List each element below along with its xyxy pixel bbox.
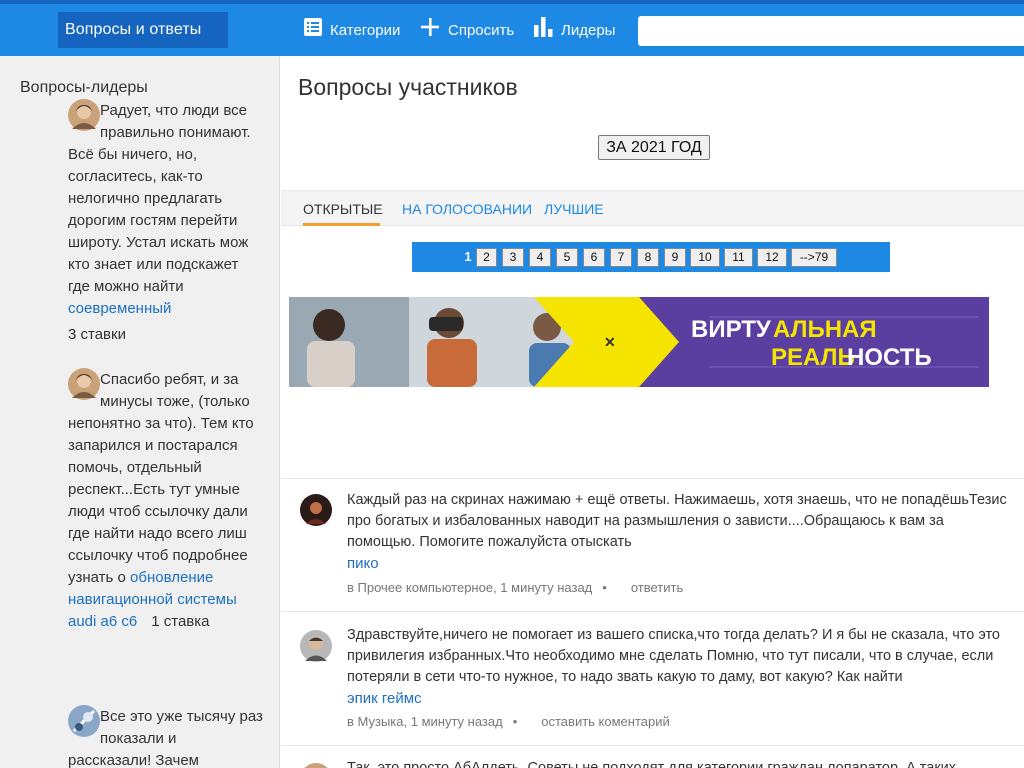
sidebar-title: Вопросы-лидеры [20,79,148,96]
brand-logo[interactable]: Вопросы и ответы [58,12,228,48]
leader-question[interactable]: Радует, что люди все правильно понимают.… [68,99,263,346]
avatar[interactable] [300,630,332,662]
search-input[interactable] [638,16,1024,46]
separator-dot: • [602,580,607,595]
separator-dot: • [512,714,518,729]
question-text: Здравствуйте,ничего не помогает из вашег… [347,627,1000,685]
tab-open[interactable]: ОТКРЫТЫЕ [303,201,383,217]
answer-link[interactable]: ответить [631,580,683,595]
nav-ask[interactable]: Спросить [420,17,515,45]
question-link[interactable]: эпик геймс [347,688,1012,710]
nav-leaders-label: Лидеры [561,22,616,39]
question-item[interactable]: Здравствуйте,ничего не помогает из вашег… [281,611,1024,745]
avatar[interactable] [300,494,332,526]
page-link[interactable]: 2 [476,248,497,267]
svg-text:✕: ✕ [604,334,616,350]
avatar[interactable] [68,99,100,131]
top-strip [0,0,1024,4]
question-category[interactable]: в Музыка, 1 минуту назад [347,714,503,729]
tab-voting[interactable]: НА ГОЛОСОВАНИИ [402,201,532,217]
page-link[interactable]: 5 [556,248,578,267]
tab-best[interactable]: ЛУЧШИЕ [544,201,604,217]
page-link-last[interactable]: -->79 [791,248,837,267]
nav-ask-label: Спросить [448,22,515,39]
question-text-block: Так, это просто АбАлдеть, Советы не подх… [347,758,1012,768]
top-navbar: Вопросы и ответы Категории Спросить Лиде… [0,0,1024,56]
question-text-block: Здравствуйте,ничего не помогает из вашег… [347,625,1012,710]
page-current: 1 [464,249,472,264]
leader-question[interactable]: Все это уже тысячу раз показали и расска… [68,705,263,768]
comment-link[interactable]: оставить коментарий [541,714,669,729]
question-link[interactable]: пико [347,553,1012,575]
bets-count: 3 ставки [68,326,126,343]
page-link[interactable]: 12 [757,248,787,267]
page-title: Вопросы участников [298,74,518,100]
pagination: 1 2 3 4 5 6 7 8 9 10 11 12 -->79 [412,242,890,272]
nav-leaders[interactable]: Лидеры [534,17,616,45]
leader-question-link[interactable]: соевременный [68,300,171,317]
leader-question-text: Спасибо ребят, и за минусы тоже, (только… [68,371,254,586]
leader-question[interactable]: Спасибо ребят, и за минусы тоже, (только… [68,368,263,633]
question-text: Каждый раз на скринах нажимаю + ещё отве… [347,492,1007,550]
page-link[interactable]: 10 [690,248,720,267]
banner-line1-b: АЛЬНАЯ [773,316,877,343]
year-filter-button[interactable]: ЗА 2021 ГОД [598,135,710,160]
question-item[interactable]: Каждый раз на скринах нажимаю + ещё отве… [281,478,1024,611]
bets-count: 1 ставка [151,613,210,630]
page-link[interactable]: 7 [610,248,632,267]
avatar[interactable] [68,705,100,737]
question-meta: в Музыка, 1 минуту назад • оставить комент… [347,714,670,729]
question-category[interactable]: в Прочее компьютерное, 1 минуту назад [347,580,592,595]
banner-line2-b: НОСТЬ [847,344,932,371]
page-link[interactable]: 3 [502,248,524,267]
list-icon [304,18,322,44]
question-item[interactable]: Так, это просто АбАлдеть, Советы не подх… [281,745,1024,768]
nav-categories[interactable]: Категории [304,18,401,44]
page-link[interactable]: 9 [664,248,686,267]
avatar[interactable] [68,368,100,400]
svg-text:✕: ✕ [654,336,664,350]
page-link[interactable]: 6 [583,248,605,267]
page-link[interactable]: 11 [724,248,753,267]
question-tabs: ОТКРЫТЫЕ НА ГОЛОСОВАНИИ ЛУЧШИЕ [281,190,1024,226]
active-tab-indicator [303,223,380,226]
question-meta: в Прочее компьютерное, 1 минуту назад • от… [347,580,683,595]
question-text: Так, это просто АбАлдеть, Советы не подх… [347,760,957,768]
question-text-block: Каждый раз на скринах нажимаю + ещё отве… [347,490,1012,575]
banner-line2-a: РЕАЛЬ [771,344,855,371]
plus-icon [420,17,440,45]
ad-banner[interactable]: ✕ ✕ ВИРТУ АЛЬНАЯ РЕАЛЬ НОСТЬ [289,297,989,387]
bar-chart-icon [534,17,553,45]
page-link[interactable]: 4 [529,248,551,267]
nav-categories-label: Категории [330,22,401,39]
avatar[interactable] [300,763,332,768]
banner-image: ✕ ✕ ВИРТУ АЛЬНАЯ РЕАЛЬ НОСТЬ [289,297,989,387]
banner-line1-a: ВИРТУ [691,316,772,343]
sidebar-leaders: Вопросы-лидеры Радует, что люди все прав… [0,56,280,768]
page-link[interactable]: 8 [637,248,659,267]
